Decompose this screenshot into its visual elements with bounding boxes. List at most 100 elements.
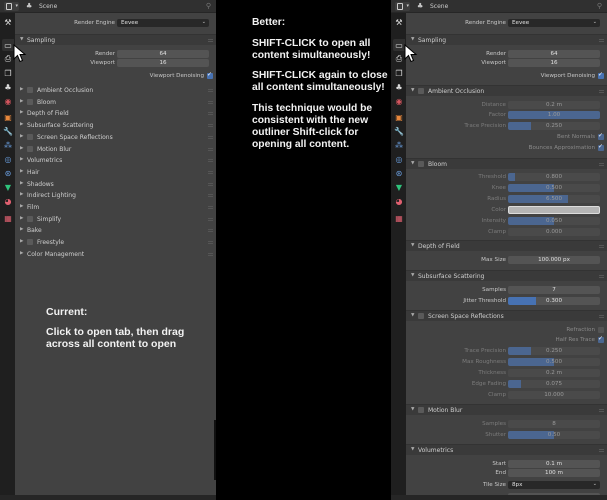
bloom-radius-slider[interactable]: 6.500 [508,195,600,203]
data-icon[interactable]: ▼ [2,181,14,193]
drag-handle-icon[interactable] [599,315,604,318]
drag-handle-icon[interactable] [208,182,213,186]
particles-icon[interactable]: ⁂ [393,139,405,151]
world-icon[interactable]: ◉ [393,95,405,107]
texture-icon[interactable]: ▦ [393,212,405,224]
object-icon[interactable]: ▣ [393,111,405,123]
sss-jitter-threshold-slider[interactable]: 0.300 [508,297,600,305]
section-enable-checkbox[interactable] [27,215,33,222]
drag-handle-icon[interactable] [599,245,604,248]
drag-handle-icon[interactable] [208,159,213,163]
viewport-samples-field[interactable]: 16 [117,59,209,67]
drag-handle-icon[interactable] [208,39,213,42]
drag-handle-icon[interactable] [599,409,604,412]
section-bloom[interactable]: ▶ Bloom [15,97,216,108]
ssr-max-roughness-slider[interactable]: 0.500 [508,358,600,366]
drag-handle-icon[interactable] [208,100,213,104]
section-volumetrics[interactable]: ▼ Volumetrics [406,444,607,455]
particles-icon[interactable]: ⁂ [2,139,14,151]
vol-end-field[interactable]: 100 m [508,469,600,477]
bent-normals-checkbox[interactable] [598,132,604,140]
constraints-icon[interactable]: ⊛ [2,167,14,179]
section-simplify[interactable]: ▶ Simplify [15,214,216,225]
ssr-clamp-field[interactable]: 10.000 [508,391,600,399]
ao-trace-precision-slider[interactable]: 0.250 [508,122,600,130]
constraints-icon[interactable]: ⊛ [393,167,405,179]
vol-tile-size-dropdown[interactable]: 8px ⌄ [508,481,600,489]
section-depth-of-field[interactable]: ▶ Depth of Field [15,108,216,119]
drag-handle-icon[interactable] [208,241,213,245]
bloom-threshold-slider[interactable]: 0.800 [508,173,600,181]
section-volumetrics[interactable]: ▶ Volumetrics [15,155,216,166]
section-enable-checkbox[interactable] [27,87,33,93]
texture-icon[interactable]: ▦ [2,212,14,224]
tool-icon[interactable]: ⚒ [393,16,405,28]
section-subsurface-scattering[interactable]: ▼ Subsurface Scattering [406,270,607,281]
material-icon[interactable]: ◕ [2,195,14,207]
vol-start-field[interactable]: 0.1 m [508,460,600,468]
view-layer-icon[interactable]: ❐ [2,67,14,79]
scene-icon[interactable]: ♣ [2,81,14,93]
scene-icon[interactable]: ♣ [393,81,405,93]
viewport-denoising-checkbox[interactable] [598,71,604,79]
drag-handle-icon[interactable] [208,170,213,174]
drag-handle-icon[interactable] [599,449,604,452]
bloom-color-swatch[interactable] [508,206,600,214]
pin-icon[interactable]: ⚲ [597,2,602,10]
section-freestyle[interactable]: ▶ Freestyle [15,237,216,248]
section-enable-checkbox[interactable] [27,239,33,246]
section-indirect-lighting[interactable]: ▶ Indirect Lighting [15,190,216,201]
drag-handle-icon[interactable] [208,89,213,92]
section-sampling[interactable]: ▼ Sampling [15,34,216,45]
modifier-icon[interactable]: 🔧 [393,125,405,137]
half-res-trace-checkbox[interactable] [598,335,604,343]
section-sampling[interactable]: ▼ Sampling [406,34,607,45]
render-samples-field[interactable]: 64 [117,50,209,58]
drag-handle-icon[interactable] [208,252,213,256]
section-shadows[interactable]: ▶ Shadows [15,179,216,190]
section-film[interactable]: ▶ Film [15,202,216,213]
section-bloom[interactable]: ▼ Bloom [406,158,607,169]
editor-type-button[interactable]: ▾ [4,2,19,11]
physics-icon[interactable]: ◎ [2,153,14,165]
ao-distance-field[interactable]: 0.2 m [508,101,600,109]
drag-handle-icon[interactable] [208,135,213,139]
drag-handle-icon[interactable] [208,194,213,198]
drag-handle-icon[interactable] [599,163,604,166]
section-color-management[interactable]: ▶ Color Management [15,249,216,260]
view-layer-icon[interactable]: ❐ [393,67,405,79]
world-icon[interactable]: ◉ [2,95,14,107]
dof-max-size-field[interactable]: 100.000 px [508,256,600,264]
viewport-samples-field[interactable]: 16 [508,59,600,67]
mb-shutter-slider[interactable]: 0.50 [508,431,600,439]
section-bake[interactable]: ▶ Bake [15,225,216,236]
drag-handle-icon[interactable] [599,39,604,42]
bloom-clamp-field[interactable]: 0.000 [508,228,600,236]
scrollbar[interactable] [214,420,216,480]
physics-icon[interactable]: ◎ [393,153,405,165]
section-motion-blur[interactable]: ▼ Motion Blur [406,404,607,415]
bloom-enable-checkbox[interactable] [418,161,424,167]
pin-icon[interactable]: ⚲ [206,2,211,10]
refraction-checkbox[interactable] [598,327,604,333]
ssr-enable-checkbox[interactable] [418,313,424,319]
drag-handle-icon[interactable] [208,217,213,221]
mb-samples-field[interactable]: 8 [508,420,600,428]
modifier-icon[interactable]: 🔧 [2,125,14,137]
render-samples-field[interactable]: 64 [508,50,600,58]
section-screen-space-reflections[interactable]: ▶ Screen Space Reflections [15,132,216,143]
render-engine-dropdown[interactable]: Eevee ⌄ [117,19,209,27]
drag-handle-icon[interactable] [208,229,213,233]
drag-handle-icon[interactable] [599,275,604,278]
section-enable-checkbox[interactable] [27,133,33,140]
drag-handle-icon[interactable] [208,206,213,209]
ambient-occlusion-enable-checkbox[interactable] [418,88,424,94]
ao-factor-slider[interactable]: 1.00 [508,111,600,119]
editor-type-button[interactable]: ▾ [395,2,410,11]
viewport-denoising-checkbox[interactable] [207,71,213,79]
section-ambient-occlusion[interactable]: ▼ Ambient Occlusion [406,85,607,96]
section-enable-checkbox[interactable] [27,145,33,152]
ssr-trace-precision-slider[interactable]: 0.250 [508,347,600,355]
render-engine-dropdown[interactable]: Eevee ⌄ [508,19,600,27]
ssr-edge-fading-slider[interactable]: 0.075 [508,380,600,388]
